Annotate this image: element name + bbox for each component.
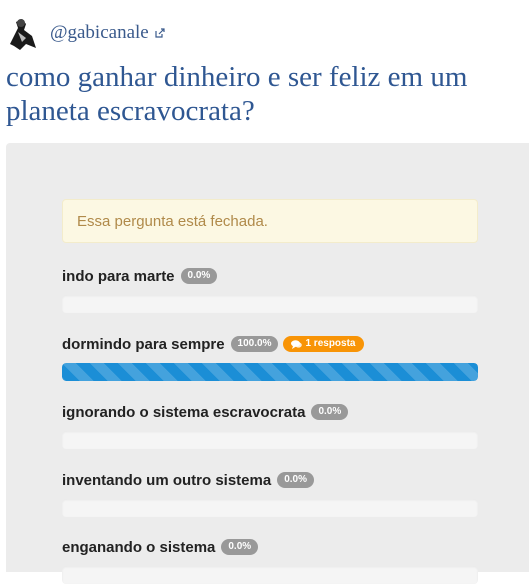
option-label: enganando o sistema [62,538,216,556]
poll-option: dormindo para sempre 100.0% 1 resposta [62,333,478,381]
answers-count: 1 resposta [305,338,356,349]
poll-option: indo para marte 0.0% [62,265,478,313]
percent-badge: 0.0% [311,404,349,420]
progress-bar [62,566,478,584]
poll-option: inventando um outro sistema 0.0% [62,469,478,517]
percent-badge: 100.0% [230,336,279,352]
external-link-icon [155,28,165,38]
comments-icon [291,339,303,349]
option-label: indo para marte [62,267,175,285]
progress-bar [62,431,478,449]
progress-bar [62,499,478,517]
percent-badge: 0.0% [221,539,259,555]
percent-badge: 0.0% [277,472,314,488]
option-label: inventando um outro sistema [62,471,272,489]
username-text: @gabicanale [50,22,149,43]
poll-option: enganando o sistema 0.0% [62,536,478,584]
progress-bar [62,363,478,381]
poll-option: ignorando o sistema escravocrata 0.0% [62,401,478,449]
user-header: @gabicanale [6,12,166,54]
option-label: dormindo para sempre [62,335,225,353]
poll-panel: Essa pergunta está fechada. indo para ma… [6,143,529,584]
avatar[interactable] [6,14,40,52]
option-label: ignorando o sistema escravocrata [62,403,306,421]
progress-bar [62,295,478,313]
question-title: como ganhar dinheiro e ser feliz em um p… [6,61,468,127]
username-link[interactable]: @gabicanale [50,22,166,44]
answers-badge[interactable]: 1 resposta [283,336,364,352]
closed-alert: Essa pergunta está fechada. [62,199,478,243]
progress-fill [62,363,478,381]
percent-badge: 0.0% [180,268,218,284]
